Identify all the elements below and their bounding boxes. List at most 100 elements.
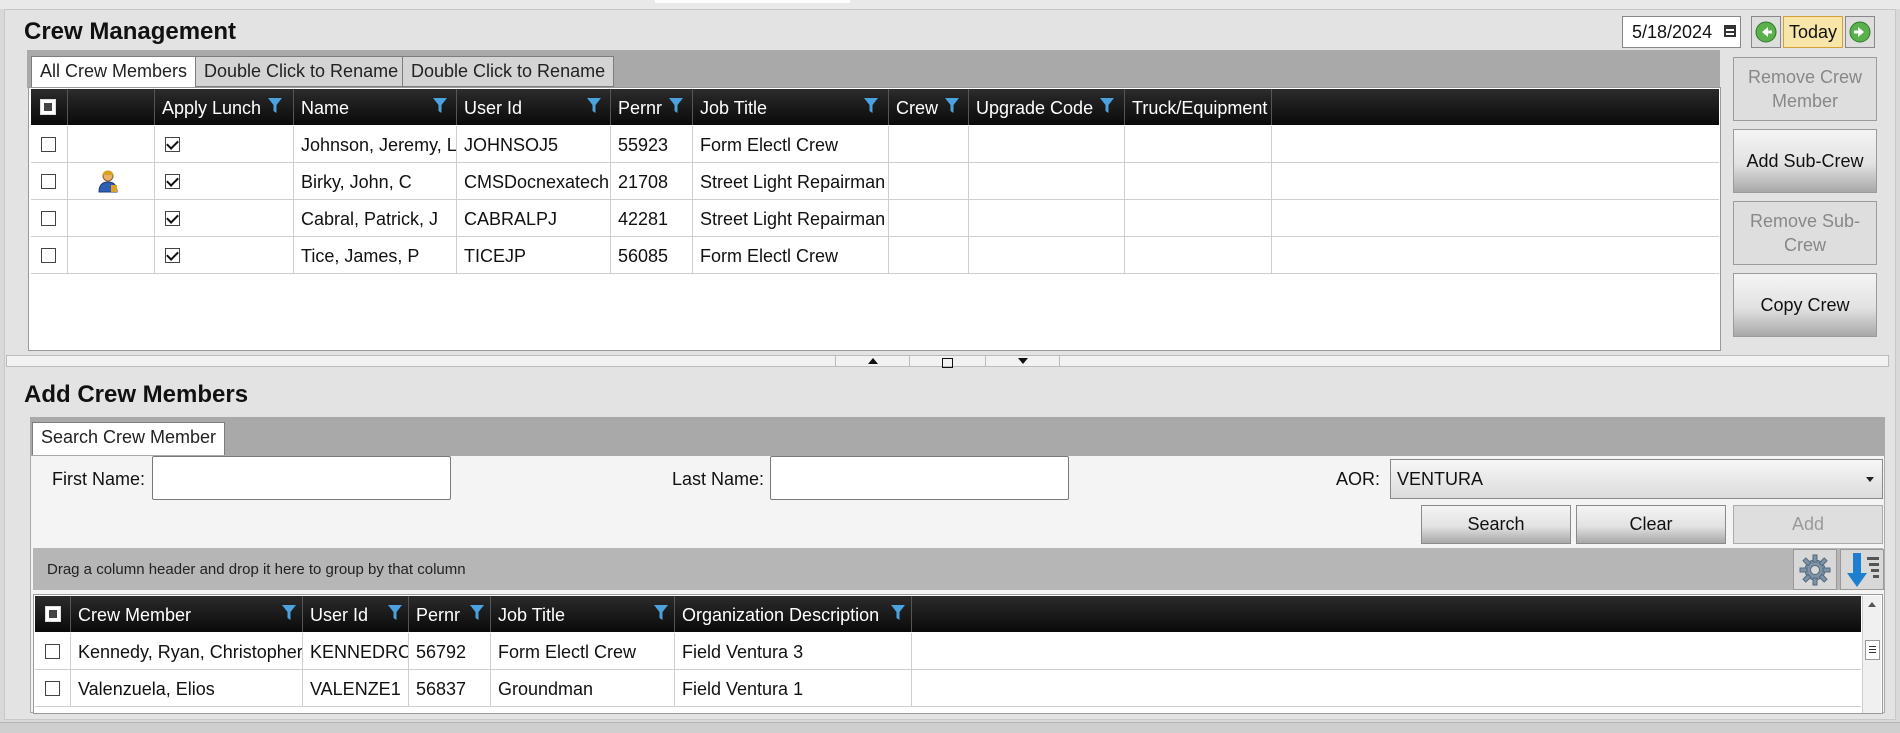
select-all-header	[31, 89, 68, 125]
tab-all-crew-members[interactable]: All Crew Members	[31, 56, 197, 89]
select-all-results-checkbox[interactable]	[45, 606, 61, 622]
row-select-checkbox[interactable]	[45, 681, 60, 696]
cell-truck	[1125, 237, 1272, 274]
filter-icon[interactable]	[654, 605, 668, 621]
splitter-down-button[interactable]	[985, 355, 1060, 367]
settings-button[interactable]	[1793, 549, 1837, 590]
aor-select[interactable]: VENTURA	[1390, 459, 1883, 499]
remove-sub-crew-button[interactable]: Remove Sub-Crew	[1733, 201, 1877, 265]
add-crew-members-title: Add Crew Members	[24, 381, 249, 408]
filter-icon[interactable]	[864, 98, 878, 114]
cell-truck	[1125, 200, 1272, 237]
column-header-job-title[interactable]: Job Title	[491, 596, 675, 632]
last-name-input[interactable]	[770, 456, 1069, 500]
apply-lunch-cell	[155, 163, 294, 200]
filter-icon[interactable]	[891, 605, 905, 621]
search-result-row[interactable]: Kennedy, Ryan, Christopher KENNEDRC 56792 F…	[35, 633, 1861, 670]
column-header-job-title[interactable]: Job Title	[693, 89, 889, 125]
cell-user-id: CMSDocnexatech	[457, 163, 611, 200]
cell-upgrade-code	[969, 126, 1125, 163]
row-select-checkbox[interactable]	[41, 174, 56, 189]
apply-lunch-checkbox[interactable]	[165, 174, 180, 189]
filter-icon[interactable]	[945, 98, 959, 114]
row-select-checkbox[interactable]	[41, 211, 56, 226]
first-name-input[interactable]	[152, 456, 451, 500]
row-select-cell	[35, 670, 71, 707]
cell-org: Field Ventura 3	[675, 633, 912, 670]
cell-crew	[889, 163, 969, 200]
filter-icon[interactable]	[587, 98, 601, 114]
filter-icon[interactable]	[669, 98, 683, 114]
row-select-checkbox[interactable]	[45, 644, 60, 659]
group-by-panel[interactable]: Drag a column header and drop it here to…	[33, 548, 1883, 590]
row-select-cell	[31, 126, 68, 163]
aor-label: AOR:	[1336, 469, 1381, 489]
tab-rename-1[interactable]: Double Click to Rename	[195, 56, 408, 87]
apply-lunch-checkbox[interactable]	[165, 137, 180, 152]
remove-crew-member-button[interactable]: Remove Crew Member	[1733, 57, 1877, 121]
column-header-truck-equipment[interactable]: Truck/Equipment	[1125, 89, 1272, 125]
apply-lunch-checkbox[interactable]	[165, 211, 180, 226]
cell-pernr: 56837	[409, 670, 491, 707]
cell-job-title: Street Light Repairman	[693, 163, 889, 200]
cell-user-id: JOHNSOJ5	[457, 126, 611, 163]
search-tabstrip	[30, 417, 1885, 455]
add-sub-crew-button[interactable]: Add Sub-Crew	[1733, 129, 1877, 193]
filter-icon[interactable]	[388, 605, 402, 621]
square-icon	[942, 357, 953, 368]
crew-table-row[interactable]: Birky, John, C CMSDocnexatech 21708 Street …	[31, 163, 1719, 200]
triangle-up-icon	[867, 358, 878, 364]
cell-pernr: 56792	[409, 633, 491, 670]
crew-table-row[interactable]: Cabral, Patrick, J CABRALPJ 42281 Street Li…	[31, 200, 1719, 237]
cell-job-title: Form Electl Crew	[693, 237, 889, 274]
search-result-row[interactable]: Valenzuela, Elios VALENZE1 56837 Groundman F…	[35, 670, 1861, 707]
export-button[interactable]	[1840, 549, 1884, 590]
crew-table-row[interactable]: Johnson, Jeremy, L JOHNSOJ5 55923 Form Elec…	[31, 126, 1719, 163]
splitter-restore-button[interactable]	[910, 355, 985, 368]
filter-icon[interactable]	[433, 98, 447, 114]
crew-table-row[interactable]: Tice, James, P TICEJP 56085 Form Electl Cre…	[31, 237, 1719, 274]
search-button[interactable]: Search	[1421, 505, 1571, 544]
add-button[interactable]: Add	[1733, 505, 1883, 544]
column-header-crew-member[interactable]: Crew Member	[71, 596, 303, 632]
row-icon-cell	[68, 163, 155, 200]
last-name-label: Last Name:	[672, 469, 765, 489]
row-select-checkbox[interactable]	[41, 248, 56, 263]
cell-name: Johnson, Jeremy, L	[294, 126, 457, 163]
results-scrollbar[interactable]	[1862, 596, 1881, 713]
select-all-checkbox[interactable]	[40, 99, 56, 115]
copy-crew-button[interactable]: Copy Crew	[1733, 273, 1877, 337]
column-header-organization-description[interactable]: Organization Description	[675, 596, 912, 632]
today-button[interactable]: Today	[1783, 16, 1843, 48]
calendar-icon[interactable]	[1724, 25, 1736, 37]
scroll-up-icon[interactable]	[1868, 602, 1876, 607]
scroll-thumb[interactable]	[1865, 640, 1880, 660]
splitter-up-button[interactable]	[835, 355, 910, 367]
apply-lunch-cell	[155, 200, 294, 237]
filter-icon[interactable]	[1100, 98, 1114, 114]
filter-icon[interactable]	[268, 98, 282, 114]
clear-button[interactable]: Clear	[1576, 505, 1726, 544]
group-by-hint: Drag a column header and drop it here to…	[47, 561, 466, 578]
cell-job-title: Form Electl Crew	[693, 126, 889, 163]
filter-icon[interactable]	[470, 605, 484, 621]
first-name-label: First Name:	[52, 469, 146, 489]
row-select-cell	[31, 237, 68, 274]
aor-selected-value: VENTURA	[1397, 469, 1484, 489]
next-day-button[interactable]	[1845, 16, 1875, 48]
cell-job-title: Street Light Repairman	[693, 200, 889, 237]
cell-upgrade-code	[969, 237, 1125, 274]
row-select-checkbox[interactable]	[41, 137, 56, 152]
filter-icon[interactable]	[282, 605, 296, 621]
apply-lunch-checkbox[interactable]	[165, 248, 180, 263]
tab-rename-2[interactable]: Double Click to Rename	[402, 56, 615, 87]
date-picker[interactable]: 5/18/2024	[1622, 16, 1741, 48]
date-value: 5/18/2024	[1632, 22, 1713, 42]
cell-job-title: Form Electl Crew	[491, 633, 675, 670]
prev-day-button[interactable]	[1751, 16, 1781, 48]
tab-search-crew-member[interactable]: Search Crew Member	[32, 422, 226, 455]
row-icon-cell	[68, 200, 155, 237]
cell-pernr: 42281	[611, 200, 693, 237]
cell-crew-member: Valenzuela, Elios	[71, 670, 303, 707]
row-select-cell	[35, 633, 71, 670]
